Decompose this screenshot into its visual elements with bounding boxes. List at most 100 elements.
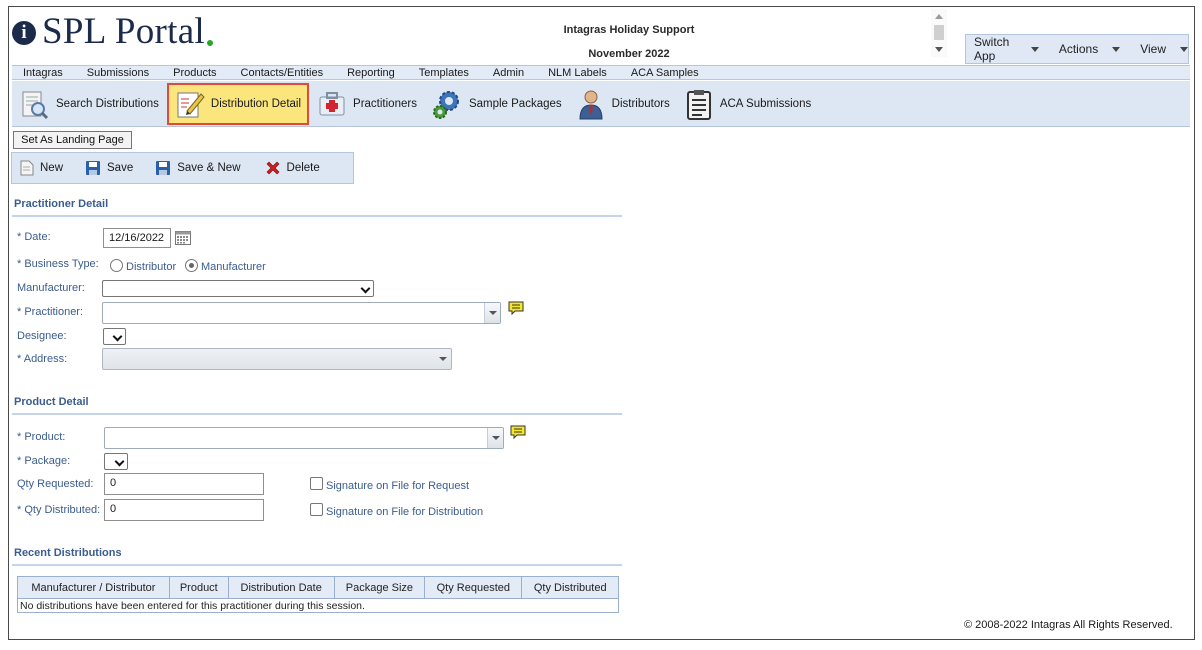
banner-scrollbar[interactable] — [931, 9, 947, 57]
nav-admin[interactable]: Admin — [481, 67, 536, 79]
product-combobox[interactable] — [104, 427, 504, 449]
medical-kit-icon — [319, 91, 345, 115]
chevron-down-icon — [112, 331, 123, 342]
nav-intagras[interactable]: Intagras — [12, 67, 75, 79]
set-landing-page-button[interactable]: Set As Landing Page — [13, 131, 132, 149]
qty-distributed-label: * Qty Distributed: — [17, 504, 101, 516]
delete-x-icon — [266, 161, 279, 175]
support-date: November 2022 — [588, 48, 670, 60]
tab-aca-submissions[interactable]: ACA Submissions — [678, 83, 817, 125]
combobox-dropdown-button[interactable] — [484, 303, 500, 323]
note-icon[interactable] — [510, 425, 526, 439]
new-label: New — [40, 162, 64, 174]
date-input[interactable]: 12/16/2022 — [103, 228, 171, 248]
practitioner-detail-title: Practitioner Detail — [14, 198, 109, 210]
chevron-down-icon — [1112, 46, 1121, 52]
column-header-qty-requested[interactable]: Qty Requested — [424, 576, 523, 599]
tab-sample-packages[interactable]: Sample Packages — [425, 83, 568, 125]
chevron-down-icon — [1180, 46, 1188, 52]
recent-distributions-title: Recent Distributions — [14, 547, 122, 559]
tab-distribution-detail-label: Distribution Detail — [210, 97, 302, 110]
practitioner-label: * Practitioner: — [17, 306, 84, 318]
switch-app-label: Switch App — [974, 35, 1010, 63]
nav-products[interactable]: Products — [161, 67, 228, 79]
qty-requested-input[interactable]: 0 — [104, 473, 264, 495]
tab-practitioners-label: Practitioners — [353, 97, 417, 110]
main-nav: Intagras Submissions Products Contacts/E… — [12, 65, 1190, 80]
nav-nlm-labels[interactable]: NLM Labels — [536, 67, 619, 79]
column-header-distribution-date[interactable]: Distribution Date — [227, 576, 335, 599]
scroll-up-icon[interactable] — [935, 14, 943, 19]
tab-sample-packages-label: Sample Packages — [468, 97, 562, 110]
section-divider — [12, 564, 622, 566]
tab-search-distributions-label: Search Distributions — [56, 97, 159, 110]
column-header-package-size[interactable]: Package Size — [333, 576, 426, 599]
tab-distribution-detail[interactable]: Distribution Detail — [166, 82, 310, 125]
column-header-qty-distributed[interactable]: Qty Distributed — [521, 576, 619, 599]
module-toolbar: Search Distributions Distribution Detail… — [12, 81, 1190, 127]
search-documents-icon — [22, 91, 49, 119]
view-label: View — [1140, 42, 1166, 56]
new-button[interactable]: New — [20, 160, 63, 176]
tab-distributors-label: Distributors — [611, 97, 670, 110]
address-label: * Address: — [17, 353, 68, 365]
actions-menu[interactable]: Actions — [1051, 42, 1121, 56]
practitioner-combobox[interactable] — [102, 302, 501, 324]
tab-aca-submissions-label: ACA Submissions — [719, 97, 812, 110]
edit-document-icon — [177, 92, 205, 117]
qty-requested-label: Qty Requested: — [17, 478, 94, 490]
recent-distributions-table: Manufacturer / Distributor Product Distr… — [17, 576, 619, 613]
combobox-dropdown-button[interactable] — [487, 428, 503, 448]
scroll-down-icon[interactable] — [935, 47, 943, 52]
view-menu[interactable]: View — [1132, 42, 1188, 56]
delete-button[interactable]: Delete — [265, 160, 320, 176]
support-banner: Intagras Holiday Support November 2022 — [529, 18, 729, 66]
tab-practitioners[interactable]: Practitioners — [311, 83, 423, 125]
package-select[interactable] — [104, 453, 128, 470]
manufacturer-select[interactable] — [102, 280, 374, 297]
signature-request-label: Signature on File for Request — [326, 480, 470, 492]
manufacturer-radio[interactable] — [185, 259, 198, 272]
designee-select[interactable] — [103, 328, 126, 345]
column-header-manufacturer[interactable]: Manufacturer / Distributor — [17, 576, 170, 599]
calendar-icon[interactable] — [175, 230, 191, 245]
scroll-thumb[interactable] — [934, 25, 944, 40]
note-icon[interactable] — [508, 301, 524, 315]
signature-request-checkbox[interactable] — [310, 477, 323, 490]
nav-aca-samples[interactable]: ACA Samples — [619, 67, 711, 79]
switch-app-menu[interactable]: Switch App — [966, 35, 1039, 63]
floppy-disk-icon — [86, 161, 101, 175]
address-combobox[interactable] — [102, 348, 452, 370]
delete-label: Delete — [286, 162, 320, 174]
distributor-radio[interactable] — [110, 259, 123, 272]
nav-submissions[interactable]: Submissions — [75, 67, 161, 79]
nav-contacts-entities[interactable]: Contacts/Entities — [229, 67, 336, 79]
qty-distributed-input[interactable]: 0 — [104, 499, 264, 521]
logo-green-dot — [207, 40, 214, 46]
save-label: Save — [107, 162, 134, 174]
combobox-dropdown-button[interactable] — [435, 349, 451, 369]
spl-portal-logo[interactable]: i SPL Portal — [12, 11, 214, 52]
product-detail-title: Product Detail — [14, 396, 89, 408]
save-and-new-button[interactable]: Save & New — [155, 160, 241, 176]
manufacturer-label: Manufacturer: — [17, 282, 85, 294]
save-and-new-label: Save & New — [177, 162, 241, 174]
actions-label: Actions — [1058, 42, 1099, 56]
distributor-radio-label: Distributor — [126, 261, 177, 273]
manufacturer-radio-label: Manufacturer — [201, 261, 266, 273]
chevron-down-icon — [360, 283, 371, 294]
tab-distributors[interactable]: Distributors — [570, 83, 676, 125]
signature-distribution-checkbox[interactable] — [310, 503, 323, 516]
info-logo-icon: i — [12, 21, 36, 45]
column-header-product[interactable]: Product — [168, 576, 229, 599]
record-actions-bar: New Save Save & New Delete — [11, 152, 354, 184]
nav-reporting[interactable]: Reporting — [335, 67, 407, 79]
nav-templates[interactable]: Templates — [407, 67, 481, 79]
logo-text: SPL Portal — [42, 11, 206, 52]
tab-search-distributions[interactable]: Search Distributions — [12, 83, 165, 125]
clipboard-icon — [686, 89, 711, 120]
table-row: No distributions have been entered for t… — [17, 598, 619, 613]
copyright-text: © 2008-2022 Intagras All Rights Reserved… — [964, 619, 1173, 631]
save-button[interactable]: Save — [85, 160, 133, 176]
business-type-label: * Business Type: — [17, 258, 99, 270]
